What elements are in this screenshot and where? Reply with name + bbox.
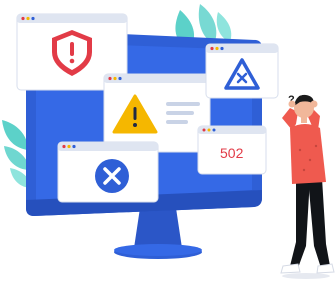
person-shirt [290,124,326,184]
error-illustration: 502 ? ? [2,4,335,279]
monitor-stand [134,208,182,248]
text-placeholder-line [166,120,188,124]
window-warning [103,73,211,153]
window-error-502: 502 [197,125,267,175]
close-circle-icon [95,159,129,193]
person-leg [290,178,310,268]
person-leg [308,178,330,268]
window-alert [205,43,279,99]
window-close [57,141,159,203]
confused-person: ? ? [280,94,335,279]
text-placeholder-line [166,111,194,115]
error-code-text: 502 [220,145,244,161]
text-placeholder-line [166,102,200,106]
